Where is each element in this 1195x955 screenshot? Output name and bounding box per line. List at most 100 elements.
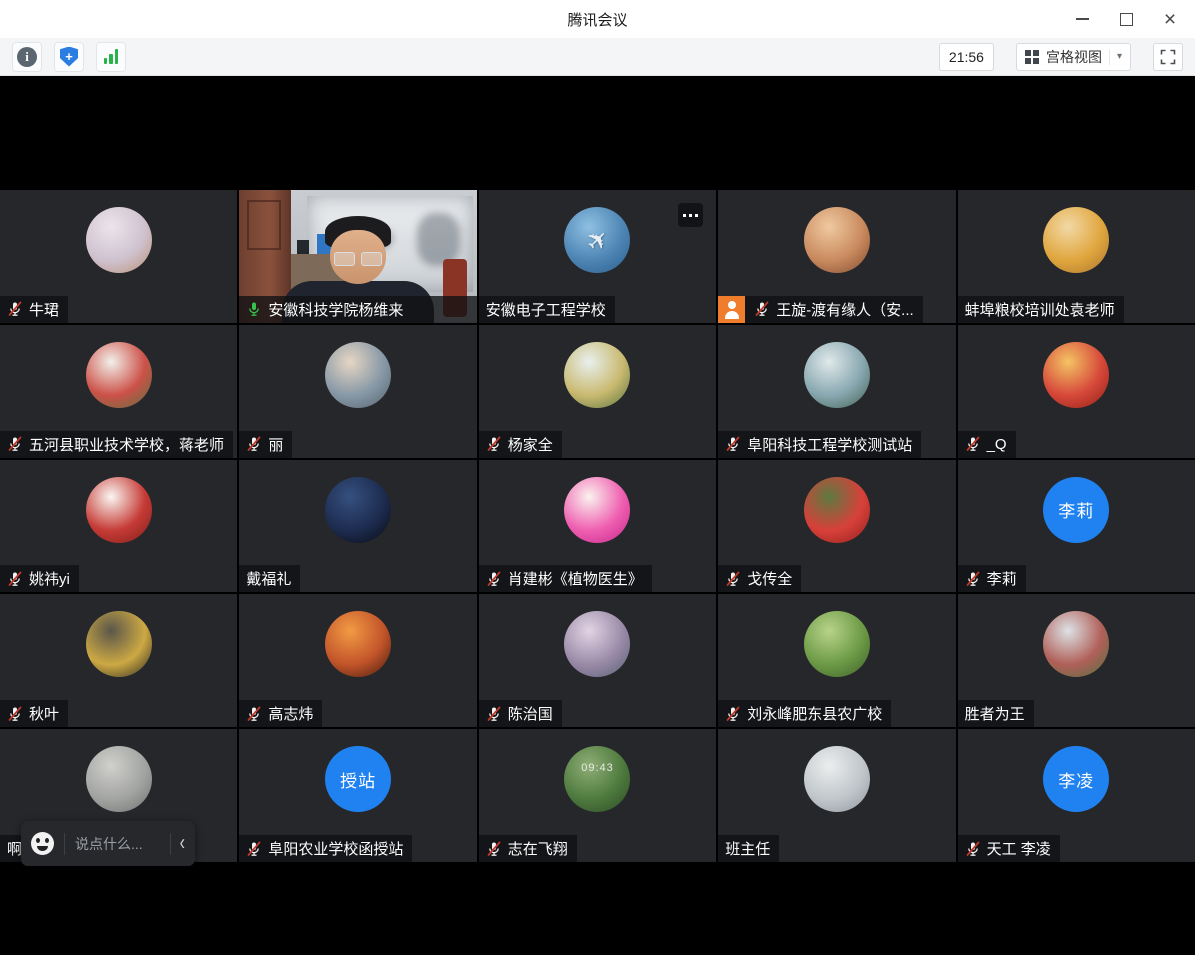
participant-tile[interactable]: 肖建彬《植物医生》	[479, 460, 716, 593]
participant-tile[interactable]: 杨家全	[479, 325, 716, 458]
participant-tile[interactable]: 09:43 志在飞翔	[479, 729, 716, 862]
avatar: ✈	[564, 207, 630, 273]
close-button[interactable]: ×	[1155, 5, 1185, 33]
participant-name-tag: 陈治国	[479, 700, 562, 727]
participant-tile[interactable]: ✈ 安徽电子工程学校	[479, 190, 716, 323]
network-quality-button[interactable]	[96, 42, 126, 72]
participant-tile[interactable]: 班主任	[718, 729, 955, 862]
view-mode-label: 宫格视图	[1046, 47, 1102, 67]
participant-tile[interactable]: 胜者为王	[958, 594, 1195, 727]
participant-tile[interactable]: 李凌天工 李凌	[958, 729, 1195, 862]
mic-muted-icon	[725, 436, 741, 452]
participant-name-tag: 阜阳农业学校函授站	[239, 835, 412, 862]
chat-quick-bar: 说点什么... ‹	[21, 821, 195, 866]
participant-name: 天工 李凌	[987, 838, 1051, 859]
toolbar-left: i +	[12, 42, 126, 72]
participant-name-tag: 天工 李凌	[958, 835, 1060, 862]
mic-active-icon	[246, 301, 262, 317]
participant-name-tag: 刘永峰肥东县农广校	[718, 700, 891, 727]
info-icon: i	[17, 47, 37, 67]
participant-name: 胜者为王	[965, 703, 1025, 724]
minimize-button[interactable]	[1067, 5, 1097, 33]
participant-name-tag: 志在飞翔	[479, 835, 577, 862]
avatar	[804, 746, 870, 812]
participant-grid: 牛珺 安徽科技学院杨维来 ✈ 安徽电子工程学校 王旋-渡有缘人（安... 蚌埠粮校培训处袁…	[0, 190, 1195, 862]
participant-name: 牛珺	[29, 299, 59, 320]
glasses	[333, 252, 383, 265]
participant-name-tag: 丽	[239, 431, 292, 458]
participant-name-tag: 李莉	[958, 565, 1026, 592]
collapse-chevron-icon[interactable]: ‹	[180, 832, 185, 854]
security-shield-icon: +	[60, 47, 78, 67]
network-signal-icon	[104, 49, 119, 64]
participant-tile[interactable]: 五河县职业技术学校，蒋老师	[0, 325, 237, 458]
participant-tile[interactable]: 高志炜	[239, 594, 476, 727]
participant-tile[interactable]: 阜阳科技工程学校测试站	[718, 325, 955, 458]
participant-name: 陈治国	[508, 703, 553, 724]
participant-name-tag: 戈传全	[718, 565, 801, 592]
participant-name-tag: 胜者为王	[958, 700, 1034, 727]
avatar	[564, 342, 630, 408]
meeting-timer: 21:56	[939, 43, 994, 71]
divider	[64, 833, 65, 855]
avatar	[86, 611, 152, 677]
participant-tile[interactable]: 刘永峰肥东县农广校	[718, 594, 955, 727]
avatar	[86, 477, 152, 543]
avatar	[86, 207, 152, 273]
participant-tile[interactable]: 丽	[239, 325, 476, 458]
chat-input[interactable]: 说点什么...	[75, 834, 164, 854]
avatar: 李莉	[1043, 477, 1109, 543]
participant-name: 王旋-渡有缘人（安...	[776, 299, 914, 320]
mic-muted-icon	[725, 706, 741, 722]
participant-name-tag: 牛珺	[0, 296, 68, 323]
mic-muted-icon	[486, 436, 502, 452]
security-button[interactable]: +	[54, 42, 84, 72]
avatar	[804, 207, 870, 273]
mic-muted-icon	[7, 436, 23, 452]
emoji-icon[interactable]	[31, 832, 54, 855]
avatar	[804, 477, 870, 543]
maximize-button[interactable]	[1111, 5, 1141, 33]
mic-muted-icon	[7, 706, 23, 722]
participant-tile[interactable]: _Q	[958, 325, 1195, 458]
participant-tile[interactable]: 戴福礼	[239, 460, 476, 593]
participant-tile[interactable]: 秋叶	[0, 594, 237, 727]
participant-name-tag: 安徽电子工程学校	[479, 296, 615, 323]
fullscreen-button[interactable]	[1153, 43, 1183, 71]
participant-tile[interactable]: 安徽科技学院杨维来	[239, 190, 476, 323]
avatar	[325, 342, 391, 408]
meeting-info-button[interactable]: i	[12, 42, 42, 72]
participant-tile[interactable]: 授站阜阳农业学校函授站	[239, 729, 476, 862]
window-controls: ×	[1067, 0, 1185, 38]
participant-tile[interactable]: 牛珺	[0, 190, 237, 323]
mic-muted-icon	[7, 571, 23, 587]
avatar	[86, 746, 152, 812]
mic-muted-icon	[246, 706, 262, 722]
avatar: 09:43	[564, 746, 630, 812]
meeting-window: 腾讯会议 × i + 21:56 宫格视图 ▾	[0, 0, 1195, 955]
participant-name: 戈传全	[747, 568, 792, 589]
avatar	[86, 342, 152, 408]
close-icon: ×	[1164, 9, 1176, 30]
participant-name: 肖建彬《植物医生》	[508, 568, 643, 589]
participant-name-tag: 王旋-渡有缘人（安...	[718, 296, 923, 323]
mic-muted-icon	[486, 841, 502, 857]
view-mode-selector[interactable]: 宫格视图 ▾	[1016, 43, 1131, 71]
participant-name-tag: 班主任	[718, 835, 779, 862]
participant-name: _Q	[987, 436, 1007, 453]
host-badge-icon	[718, 296, 745, 323]
participant-tile[interactable]: 李莉李莉	[958, 460, 1195, 593]
more-options-button[interactable]	[678, 203, 703, 227]
participant-name: 秋叶	[29, 703, 59, 724]
grid-view-icon	[1025, 50, 1039, 64]
participant-name: 班主任	[725, 838, 770, 859]
mic-muted-icon	[246, 436, 262, 452]
participant-tile[interactable]: 王旋-渡有缘人（安...	[718, 190, 955, 323]
meeting-toolbar: i + 21:56 宫格视图 ▾	[0, 38, 1195, 76]
participant-name-tag: 肖建彬《植物医生》	[479, 565, 652, 592]
participant-name: 姚祎yi	[29, 568, 70, 589]
participant-tile[interactable]: 戈传全	[718, 460, 955, 593]
participant-tile[interactable]: 蚌埠粮校培训处袁老师	[958, 190, 1195, 323]
participant-tile[interactable]: 陈治国	[479, 594, 716, 727]
participant-tile[interactable]: 姚祎yi	[0, 460, 237, 593]
